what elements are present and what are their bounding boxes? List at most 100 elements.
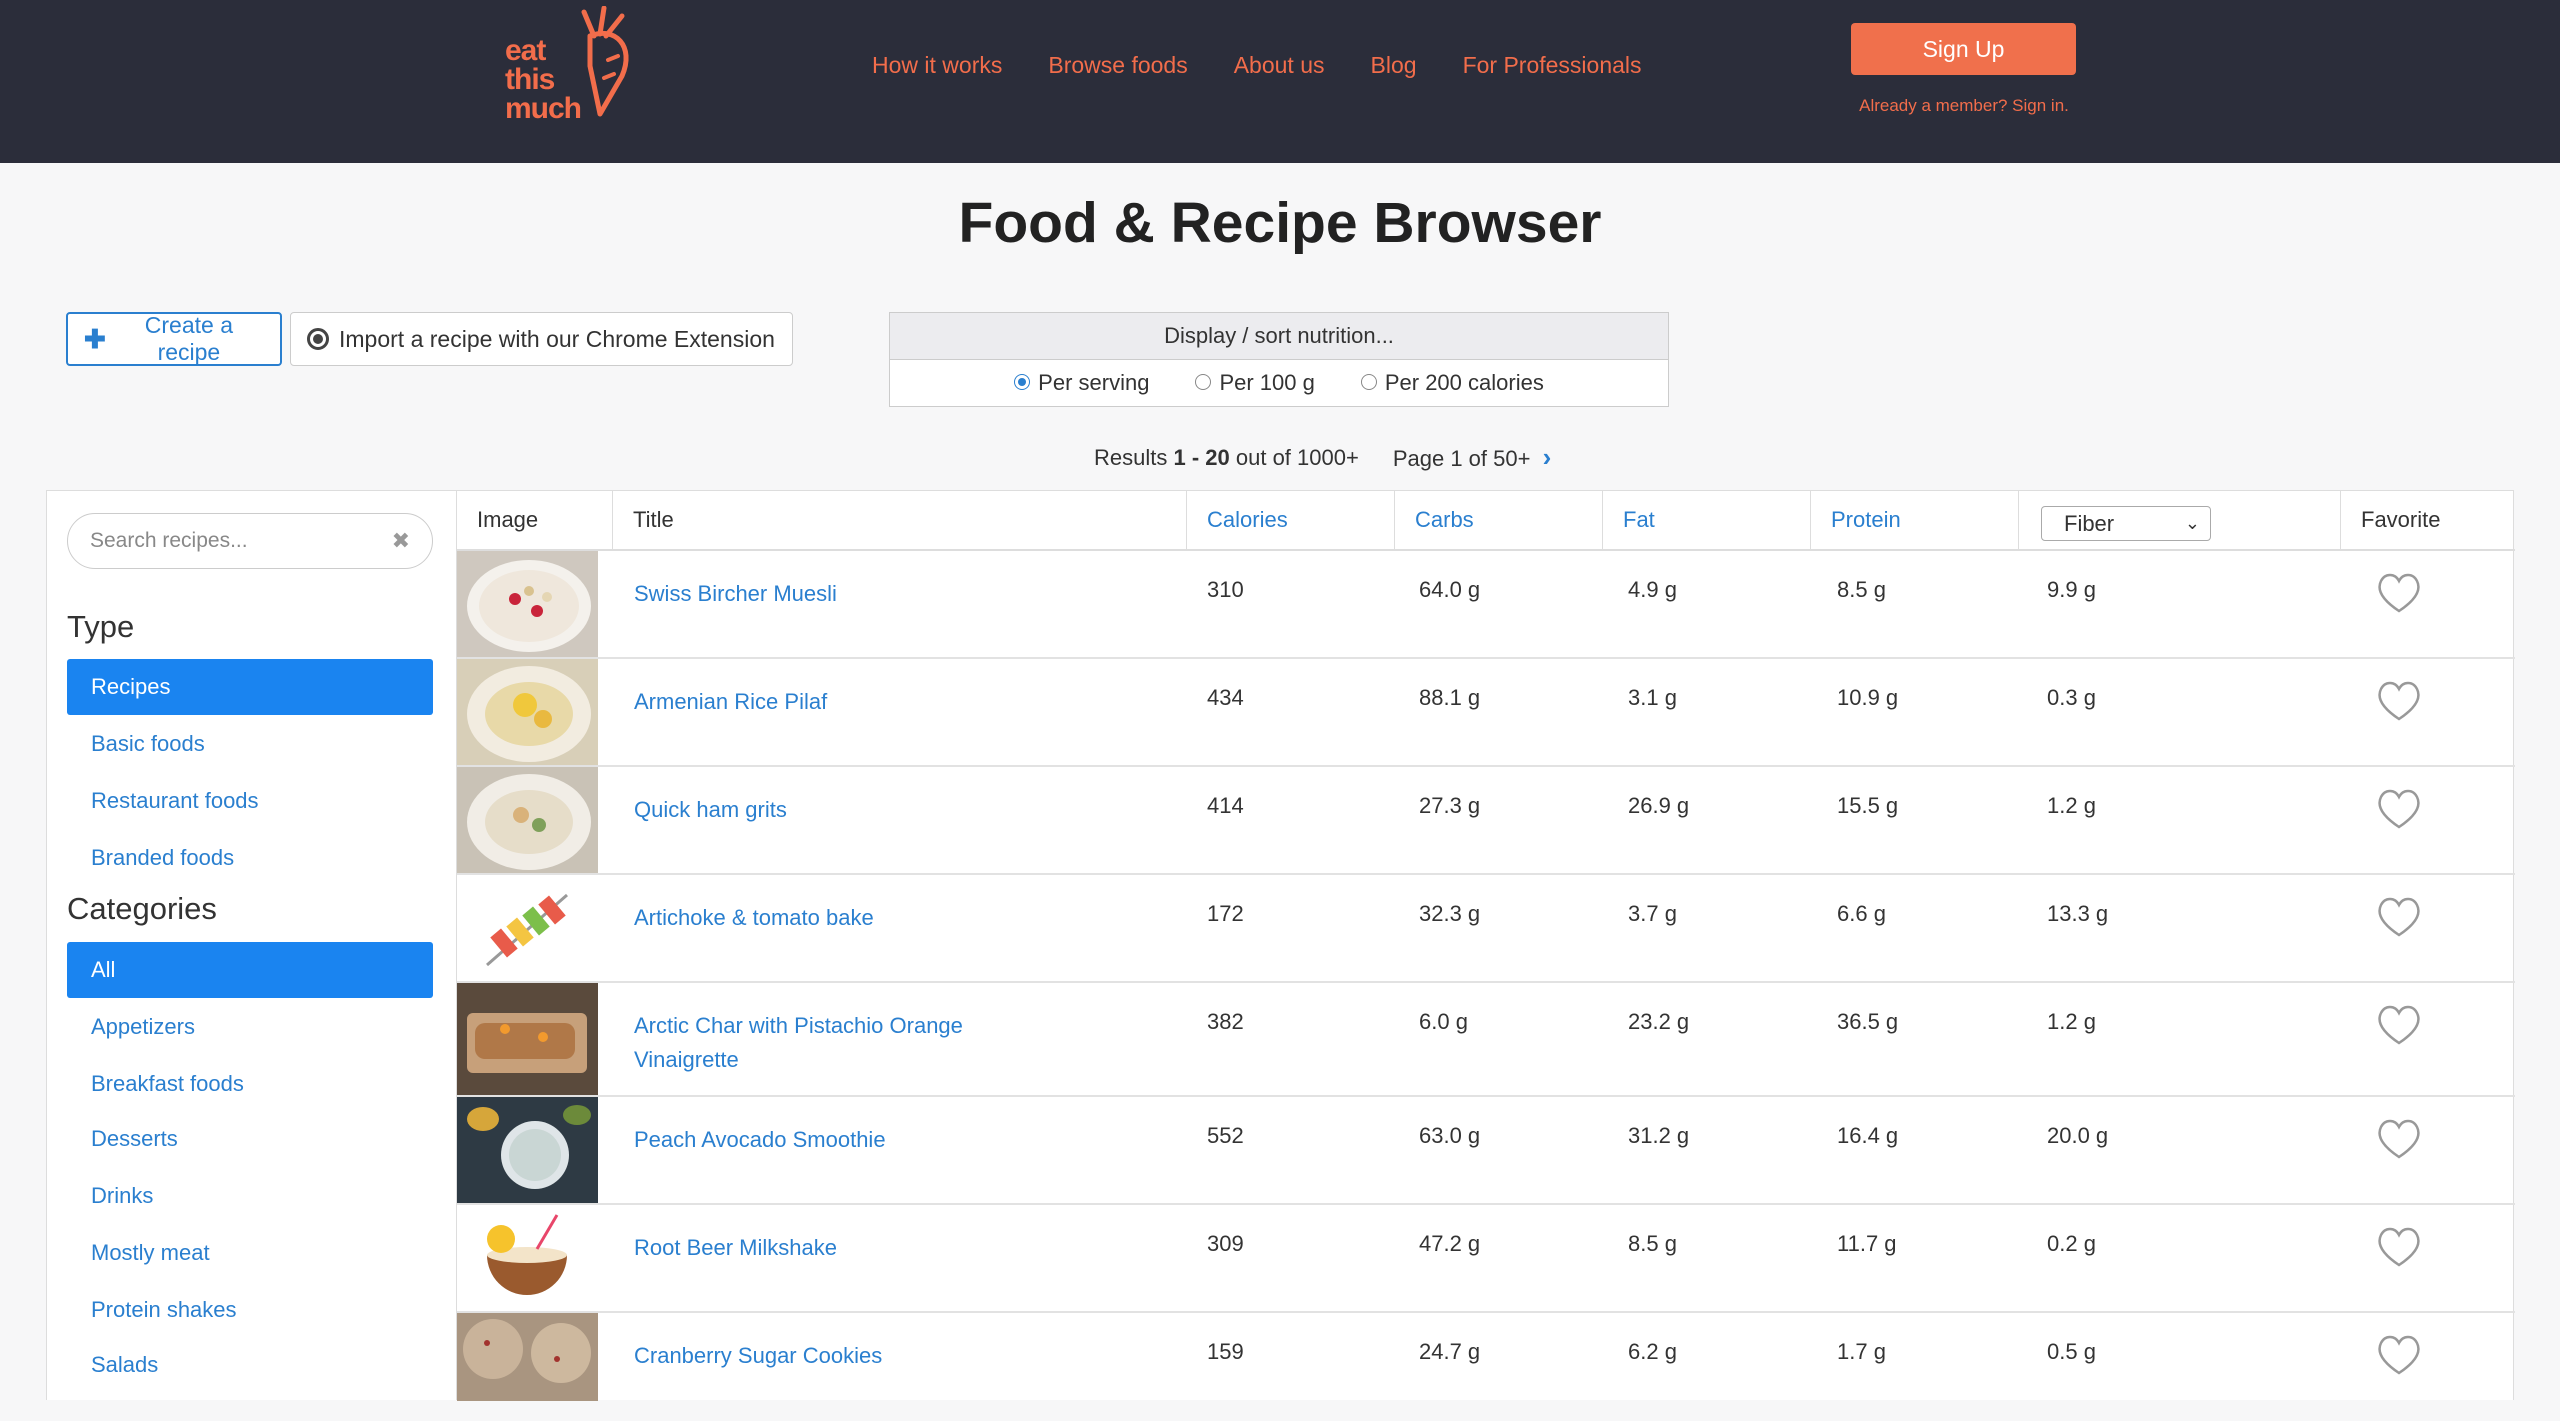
type-restaurant-foods[interactable]: Restaurant foods [67,773,433,829]
protein-value: 16.4 g [1837,1123,1899,1148]
fiber-value: 13.3 g [2047,901,2109,926]
type-basic-foods[interactable]: Basic foods [67,716,433,772]
main-nav: How it works Browse foods About us Blog … [872,52,1688,79]
recipe-title-link[interactable]: Peach Avocado Smoothie [634,1123,1054,1157]
calories-value: 552 [1207,1123,1244,1148]
recipe-thumbnail[interactable] [457,767,598,873]
recipe-thumbnail[interactable] [457,659,598,765]
nav-how-it-works[interactable]: How it works [872,52,1002,79]
recipe-thumbnail[interactable] [457,983,598,1095]
type-branded-foods[interactable]: Branded foods [67,830,433,886]
recipe-title-link[interactable]: Root Beer Milkshake [634,1231,1054,1265]
calories-value: 310 [1207,577,1244,602]
recipe-title-link[interactable]: Cranberry Sugar Cookies [634,1339,1054,1373]
sign-in-link[interactable]: Already a member? Sign in. [1844,96,2084,116]
table-row: Cranberry Sugar Cookies 159 24.7 g 6.2 g… [457,1313,2515,1421]
carbs-value: 6.0 g [1419,1009,1468,1034]
fat-value: 6.2 g [1628,1339,1677,1364]
heart-icon[interactable] [2375,1333,2423,1377]
nav-about-us[interactable]: About us [1234,52,1325,79]
page-indicator: Page 1 of 50+ [1392,446,1531,471]
heart-icon[interactable] [2375,571,2423,615]
calories-value: 309 [1207,1231,1244,1256]
clear-search-icon[interactable]: ✖ [392,528,410,554]
radio-icon[interactable] [1195,374,1212,391]
calories-value: 414 [1207,793,1244,818]
col-calories[interactable]: Calories [1187,491,1395,549]
results-summary: Results 1 - 20 out of 1000+ Page 1 of 50… [1094,442,1551,473]
filter-sidebar: Search recipes... ✖ Type Recipes Basic f… [46,490,458,1400]
fat-value: 23.2 g [1628,1009,1690,1034]
radio-per-100g[interactable]: Per 100 g [1195,370,1315,396]
chevron-down-icon: ⌄ [2184,513,2200,533]
fat-value: 8.5 g [1628,1231,1677,1256]
recipe-thumbnail[interactable] [457,1205,598,1311]
radio-per-200-calories[interactable]: Per 200 calories [1360,370,1544,396]
recipe-title-link[interactable]: Artichoke & tomato bake [634,901,1054,935]
recipe-thumbnail[interactable] [457,1097,598,1203]
carbs-value: 27.3 g [1419,793,1481,818]
fat-value: 3.7 g [1628,901,1677,926]
carbs-value: 32.3 g [1419,901,1481,926]
nutrition-display-panel: Display / sort nutrition... Per serving … [889,312,1669,407]
nav-browse-foods[interactable]: Browse foods [1048,52,1187,79]
category-mostly-meat[interactable]: Mostly meat [67,1225,433,1281]
recipe-title-link[interactable]: Swiss Bircher Muesli [634,577,1054,611]
nutrient-column-select[interactable]: Fiber ⌄ [2041,506,2211,541]
logo[interactable]: eat this much [505,6,645,124]
create-recipe-button[interactable]: ✚ Create a recipe [66,312,282,366]
category-appetizers[interactable]: Appetizers [67,999,433,1055]
nutrition-display-heading: Display / sort nutrition... [890,313,1668,360]
recipe-thumbnail[interactable] [457,1313,598,1401]
results-suffix: out of 1000+ [1235,444,1359,470]
type-heading: Type [67,609,135,644]
results-table: Image Title Calories Carbs Fat Protein F… [456,490,2515,1401]
category-all[interactable]: All [67,942,433,998]
recipe-thumbnail[interactable] [457,551,598,657]
type-recipes[interactable]: Recipes [67,659,433,715]
import-recipe-label: Import a recipe with our Chrome Extensio… [339,325,775,352]
category-protein-shakes[interactable]: Protein shakes [67,1282,433,1338]
category-desserts[interactable]: Desserts [67,1111,433,1167]
calories-value: 382 [1207,1009,1244,1034]
fiber-value: 1.2 g [2047,1009,2096,1034]
col-protein[interactable]: Protein [1811,491,2019,549]
col-carbs[interactable]: Carbs [1395,491,1603,549]
nav-blog[interactable]: Blog [1371,52,1417,79]
next-page-icon[interactable]: › [1543,442,1552,472]
recipe-title-link[interactable]: Arctic Char with Pistachio Orange Vinaig… [634,1009,1054,1077]
category-salads[interactable]: Salads [67,1337,433,1393]
fiber-value: 0.5 g [2047,1339,2096,1364]
import-recipe-button[interactable]: Import a recipe with our Chrome Extensio… [290,312,793,366]
protein-value: 6.6 g [1837,901,1886,926]
calories-value: 172 [1207,901,1244,926]
radio-per-serving[interactable]: Per serving [1014,370,1149,396]
recipe-title-link[interactable]: Armenian Rice Pilaf [634,685,1054,719]
protein-value: 1.7 g [1837,1339,1886,1364]
fiber-value: 0.2 g [2047,1231,2096,1256]
chrome-icon [307,328,329,350]
calories-value: 159 [1207,1339,1244,1364]
heart-icon[interactable] [2375,1225,2423,1269]
sign-up-button[interactable]: Sign Up [1851,23,2076,75]
nav-for-professionals[interactable]: For Professionals [1463,52,1642,79]
category-breakfast-foods[interactable]: Breakfast foods [67,1056,433,1112]
fat-value: 31.2 g [1628,1123,1690,1148]
col-fat[interactable]: Fat [1603,491,1811,549]
search-placeholder: Search recipes... [90,529,248,552]
search-recipes-input[interactable]: Search recipes... ✖ [67,513,433,569]
radio-icon[interactable] [1360,374,1377,391]
heart-icon[interactable] [2375,679,2423,723]
plus-icon: ✚ [84,323,106,354]
heart-icon[interactable] [2375,1003,2423,1047]
carbs-value: 88.1 g [1419,685,1481,710]
heart-icon[interactable] [2375,787,2423,831]
col-image: Image [457,491,613,549]
recipe-title-link[interactable]: Quick ham grits [634,793,1054,827]
heart-icon[interactable] [2375,1117,2423,1161]
radio-selected-icon[interactable] [1014,374,1031,391]
heart-icon[interactable] [2375,895,2423,939]
recipe-thumbnail[interactable] [457,875,598,981]
page-title: Food & Recipe Browser [958,191,1602,255]
category-drinks[interactable]: Drinks [67,1168,433,1224]
